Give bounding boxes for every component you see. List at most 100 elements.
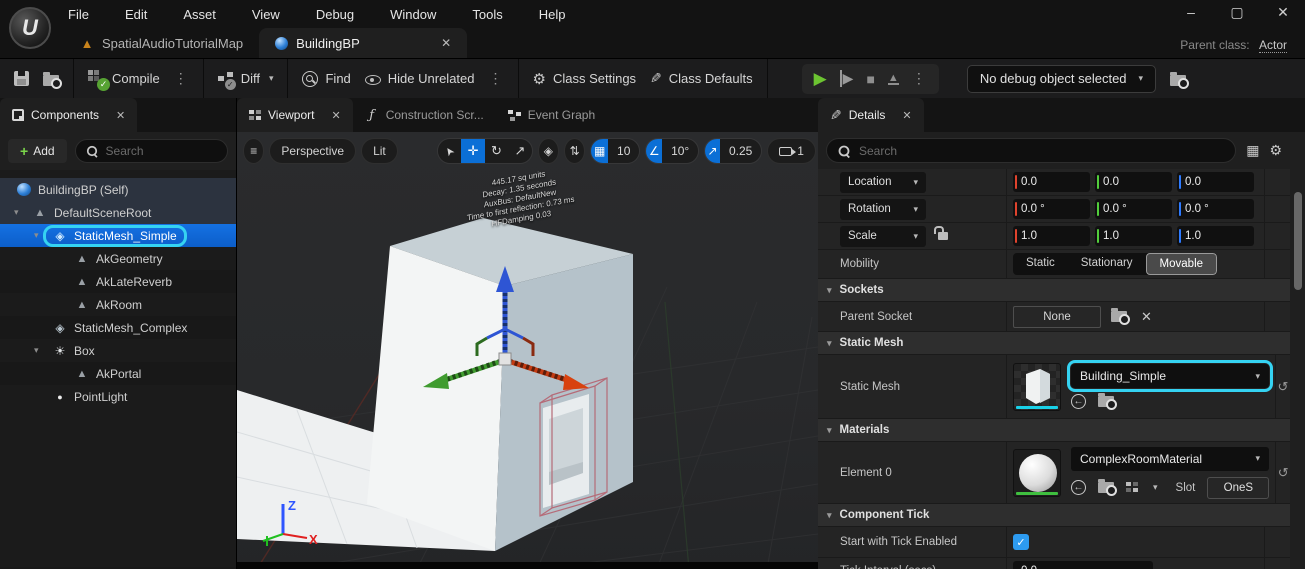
folder-search-icon[interactable]	[1111, 311, 1127, 322]
viewport-3d-scene[interactable]: ≡ Perspective Lit ➤ ✛ ↻ ↗ ◈ ⇅ ▦ 10	[237, 132, 818, 569]
camera-speed-control[interactable]: 1	[767, 138, 816, 164]
mobility-option[interactable]: Stationary	[1068, 253, 1146, 275]
play-button[interactable]: ▶	[814, 69, 827, 89]
save-button[interactable]	[14, 71, 29, 86]
rotation-x-field[interactable]: 0.0 °	[1013, 199, 1090, 219]
play-options-icon[interactable]: ⋮	[912, 70, 927, 87]
parent-socket-field[interactable]: None	[1013, 306, 1101, 328]
tick-interval-field[interactable]: 0.0	[1013, 561, 1153, 569]
component-tree-row[interactable]: ▾ BuildingBP (Self)	[0, 178, 236, 201]
close-icon[interactable]: ✕	[441, 36, 451, 50]
menu-item[interactable]: Edit	[125, 7, 147, 22]
close-icon[interactable]: ✕	[1275, 4, 1291, 21]
debug-browse-button[interactable]	[1170, 71, 1186, 86]
eject-button[interactable]: ▲	[888, 73, 899, 85]
texture-streaming-icon[interactable]	[1126, 482, 1139, 493]
scale-snap-control[interactable]: ↗ 0.25	[704, 138, 762, 164]
menu-item[interactable]: File	[68, 7, 89, 22]
hide-unrelated-options-icon[interactable]: ⋮	[489, 70, 504, 87]
close-icon[interactable]: ✕	[902, 109, 911, 122]
surface-snap-icon[interactable]: ⇅	[564, 138, 585, 164]
tick-enabled-checkbox[interactable]: ✓	[1013, 534, 1029, 550]
rotation-y-field[interactable]: 0.0 °	[1095, 199, 1172, 219]
static-mesh-asset-dropdown[interactable]: Building_Simple ▾	[1071, 364, 1269, 388]
viewport-tab[interactable]: Event Graph ✕	[496, 98, 607, 132]
compile-button[interactable]: ✓ Compile	[88, 70, 160, 87]
folder-search-icon[interactable]	[1098, 396, 1114, 407]
class-settings-button[interactable]: ⚙ Class Settings	[533, 70, 637, 88]
component-tree-row[interactable]: ▾ ◈ StaticMesh_Complex	[0, 316, 236, 339]
location-dropdown[interactable]: Location ▾	[840, 172, 926, 193]
view-mode-dropdown[interactable]: Lit	[361, 138, 398, 164]
rotation-z-field[interactable]: 0.0 °	[1177, 199, 1254, 219]
component-tree-row[interactable]: ▾ ▲ AkPortal	[0, 362, 236, 385]
scale-z-field[interactable]: 1.0	[1177, 226, 1254, 246]
diff-button[interactable]: ✓ Diff ▾	[218, 71, 274, 86]
mobility-option[interactable]: Movable	[1146, 253, 1217, 275]
scale-x-field[interactable]: 1.0	[1013, 226, 1090, 246]
parent-class-link[interactable]: Actor	[1259, 38, 1287, 53]
reset-to-default-icon[interactable]: ↺	[1278, 465, 1289, 481]
browse-button[interactable]	[43, 71, 59, 86]
use-selected-asset-icon[interactable]: ←	[1071, 394, 1086, 409]
viewport-tab[interactable]: ƒ Construction Scr... ✕	[353, 98, 496, 132]
menu-item[interactable]: Asset	[183, 7, 216, 22]
display-filter-icon[interactable]: ▦	[1246, 142, 1259, 159]
find-button[interactable]: Find	[302, 71, 350, 87]
folder-search-icon[interactable]	[1098, 482, 1114, 493]
menu-item[interactable]: Window	[390, 7, 436, 22]
menu-item[interactable]: Help	[539, 7, 566, 22]
rotation-dropdown[interactable]: Rotation ▾	[840, 199, 926, 220]
world-coordinate-icon[interactable]: ◈	[538, 138, 559, 164]
document-tab[interactable]: BuildingBP ✕	[259, 28, 467, 58]
close-icon[interactable]: ✕	[331, 109, 340, 122]
debug-object-dropdown[interactable]: No debug object selected ▾	[967, 65, 1156, 93]
minimize-icon[interactable]: –	[1183, 4, 1199, 21]
menu-item[interactable]: View	[252, 7, 280, 22]
details-search-input[interactable]: Search	[826, 138, 1236, 163]
viewport-tab[interactable]: Viewport ✕	[237, 98, 353, 132]
material-asset-dropdown[interactable]: ComplexRoomMaterial ▾	[1071, 447, 1269, 471]
rotation-snap-control[interactable]: ∠ 10°	[645, 138, 699, 164]
component-tree-row[interactable]: ▾ ▲ AkRoom	[0, 293, 236, 316]
tab-details[interactable]: ✎ Details ✕	[818, 98, 924, 132]
location-z-field[interactable]: 0.0	[1177, 172, 1254, 192]
sockets-section-header[interactable]: ▾ Sockets	[818, 279, 1290, 302]
scale-y-field[interactable]: 1.0	[1095, 226, 1172, 246]
hide-unrelated-button[interactable]: Hide Unrelated	[365, 71, 475, 86]
component-tree-row[interactable]: ▾ ▲ AkLateReverb	[0, 270, 236, 293]
select-tool-button[interactable]: ➤	[438, 139, 461, 163]
menu-item[interactable]: Tools	[472, 7, 502, 22]
class-defaults-button[interactable]: ✎ Class Defaults	[650, 70, 753, 87]
perspective-dropdown[interactable]: Perspective	[269, 138, 356, 164]
use-selected-asset-icon[interactable]: ←	[1071, 480, 1086, 495]
rotate-tool-button[interactable]: ↻	[485, 139, 508, 163]
component-tree-row[interactable]: ▾ ▲ AkGeometry	[0, 247, 236, 270]
lock-icon[interactable]	[938, 232, 948, 240]
viewport-options-icon[interactable]: ≡	[243, 138, 264, 164]
stop-button[interactable]: ■	[866, 71, 874, 87]
slot-name-field[interactable]: OneS	[1207, 477, 1269, 499]
scale-tool-button[interactable]: ↗	[508, 139, 531, 163]
details-settings-gear-icon[interactable]: ⚙	[1269, 142, 1282, 159]
document-tab[interactable]: ▲ SpatialAudioTutorialMap ✕	[64, 28, 259, 58]
expander-arrow-icon[interactable]: ▾	[34, 230, 46, 241]
grid-snap-control[interactable]: ▦ 10	[590, 138, 640, 164]
component-tree-row[interactable]: ▾ ☀ Box	[0, 339, 236, 362]
maximize-icon[interactable]: ▢	[1229, 4, 1245, 21]
scrollbar-thumb[interactable]	[1294, 192, 1302, 290]
tab-components[interactable]: Components ✕	[0, 98, 137, 132]
expander-arrow-icon[interactable]: ▾	[34, 345, 46, 356]
menu-item[interactable]: Debug	[316, 7, 354, 22]
close-icon[interactable]: ✕	[116, 109, 125, 122]
frame-skip-button[interactable]: ▶	[840, 70, 854, 87]
component-tree-row[interactable]: ▾ ● PointLight	[0, 385, 236, 408]
location-x-field[interactable]: 0.0	[1013, 172, 1090, 192]
move-tool-button[interactable]: ✛	[461, 139, 484, 163]
reset-to-default-icon[interactable]: ↺	[1278, 379, 1289, 395]
components-search-input[interactable]: Search	[75, 139, 228, 163]
static-mesh-section-header[interactable]: ▾ Static Mesh	[818, 332, 1290, 355]
clear-socket-icon[interactable]: ✕	[1141, 309, 1152, 325]
mobility-option[interactable]: Static	[1013, 253, 1068, 275]
component-tree-row[interactable]: ▾ ▲ DefaultSceneRoot	[0, 201, 236, 224]
